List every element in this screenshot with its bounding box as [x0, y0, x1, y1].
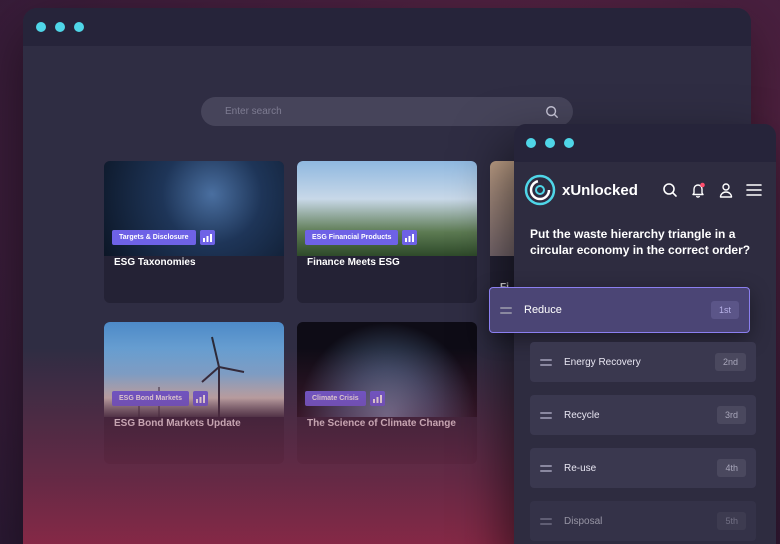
- card-category-tag: Climate Crisis: [305, 391, 366, 406]
- drag-handle-icon[interactable]: [500, 306, 512, 314]
- drag-handle-icon[interactable]: [540, 358, 552, 366]
- bar-chart-icon: [193, 391, 209, 406]
- search-input[interactable]: Enter search: [225, 106, 282, 117]
- answer-option-label: Energy Recovery: [564, 356, 641, 368]
- course-card[interactable]: ESG Bond Markets ESG Bond Markets Update: [104, 322, 284, 464]
- course-card[interactable]: Targets & Disclosure ESG Taxonomies: [104, 161, 284, 303]
- answer-rank-badge: 5th: [717, 512, 746, 530]
- card-category-tag: ESG Financial Products: [305, 230, 399, 245]
- answer-option[interactable]: Re-use 4th: [530, 448, 756, 488]
- answer-option[interactable]: Disposal 5th: [530, 501, 756, 541]
- hamburger-menu-icon[interactable]: [746, 182, 762, 198]
- card-title: Finance Meets ESG: [307, 257, 400, 268]
- drag-handle-icon[interactable]: [540, 517, 552, 525]
- window-control-minimize[interactable]: [55, 22, 65, 32]
- app-header: xUnlocked: [514, 162, 776, 206]
- answer-rank-badge: 3rd: [716, 406, 746, 424]
- brand[interactable]: xUnlocked: [524, 174, 638, 206]
- bar-chart-icon: [199, 230, 215, 245]
- answer-rank-badge: 2nd: [714, 353, 746, 371]
- quiz-app-window: xUnlocked Put the waste hierarchy triang…: [489, 124, 776, 544]
- header-actions: [662, 182, 762, 198]
- window-control-close[interactable]: [36, 22, 46, 32]
- window-control-close[interactable]: [526, 138, 536, 148]
- answer-option[interactable]: Energy Recovery 2nd: [530, 342, 756, 382]
- answer-option-label: Reduce: [524, 304, 562, 316]
- card-title: ESG Bond Markets Update: [114, 418, 241, 429]
- card-title: The Science of Climate Change: [307, 418, 456, 429]
- answer-option-dragging[interactable]: Reduce 1st: [489, 287, 750, 333]
- window-titlebar: [514, 124, 776, 162]
- answer-rank-badge: 1st: [710, 301, 739, 319]
- answer-option[interactable]: Recycle 3rd: [530, 395, 756, 435]
- answer-option-label: Re-use: [564, 462, 597, 474]
- card-category-tag: ESG Bond Markets: [112, 391, 190, 406]
- bar-chart-icon: [402, 230, 418, 245]
- drag-handle-icon[interactable]: [540, 411, 552, 419]
- stage: Enter search Targets & Disclosure ESG Ta…: [0, 0, 780, 544]
- quiz-question: Put the waste hierarchy triangle in a ci…: [530, 227, 751, 257]
- user-profile-icon[interactable]: [718, 182, 734, 198]
- window-control-maximize[interactable]: [74, 22, 84, 32]
- course-card[interactable]: Climate Crisis The Science of Climate Ch…: [297, 322, 477, 464]
- brand-name: xUnlocked: [562, 181, 638, 199]
- bar-chart-icon: [369, 391, 385, 406]
- course-card[interactable]: ESG Financial Products Finance Meets ESG: [297, 161, 477, 303]
- drag-handle-icon[interactable]: [540, 464, 552, 472]
- answer-rank-badge: 4th: [717, 459, 746, 477]
- answer-option-label: Recycle: [564, 409, 600, 421]
- window-control-minimize[interactable]: [545, 138, 555, 148]
- answer-option-label: Disposal: [564, 515, 603, 527]
- notification-bell-icon[interactable]: [690, 182, 706, 198]
- xunlocked-logo-icon: [524, 174, 556, 206]
- search-bar[interactable]: Enter search: [201, 97, 573, 126]
- card-title: ESG Taxonomies: [114, 257, 196, 268]
- window-titlebar: [23, 8, 751, 46]
- card-category-tag: Targets & Disclosure: [112, 230, 196, 245]
- search-icon[interactable]: [545, 105, 559, 119]
- window-control-maximize[interactable]: [564, 138, 574, 148]
- search-icon[interactable]: [662, 182, 678, 198]
